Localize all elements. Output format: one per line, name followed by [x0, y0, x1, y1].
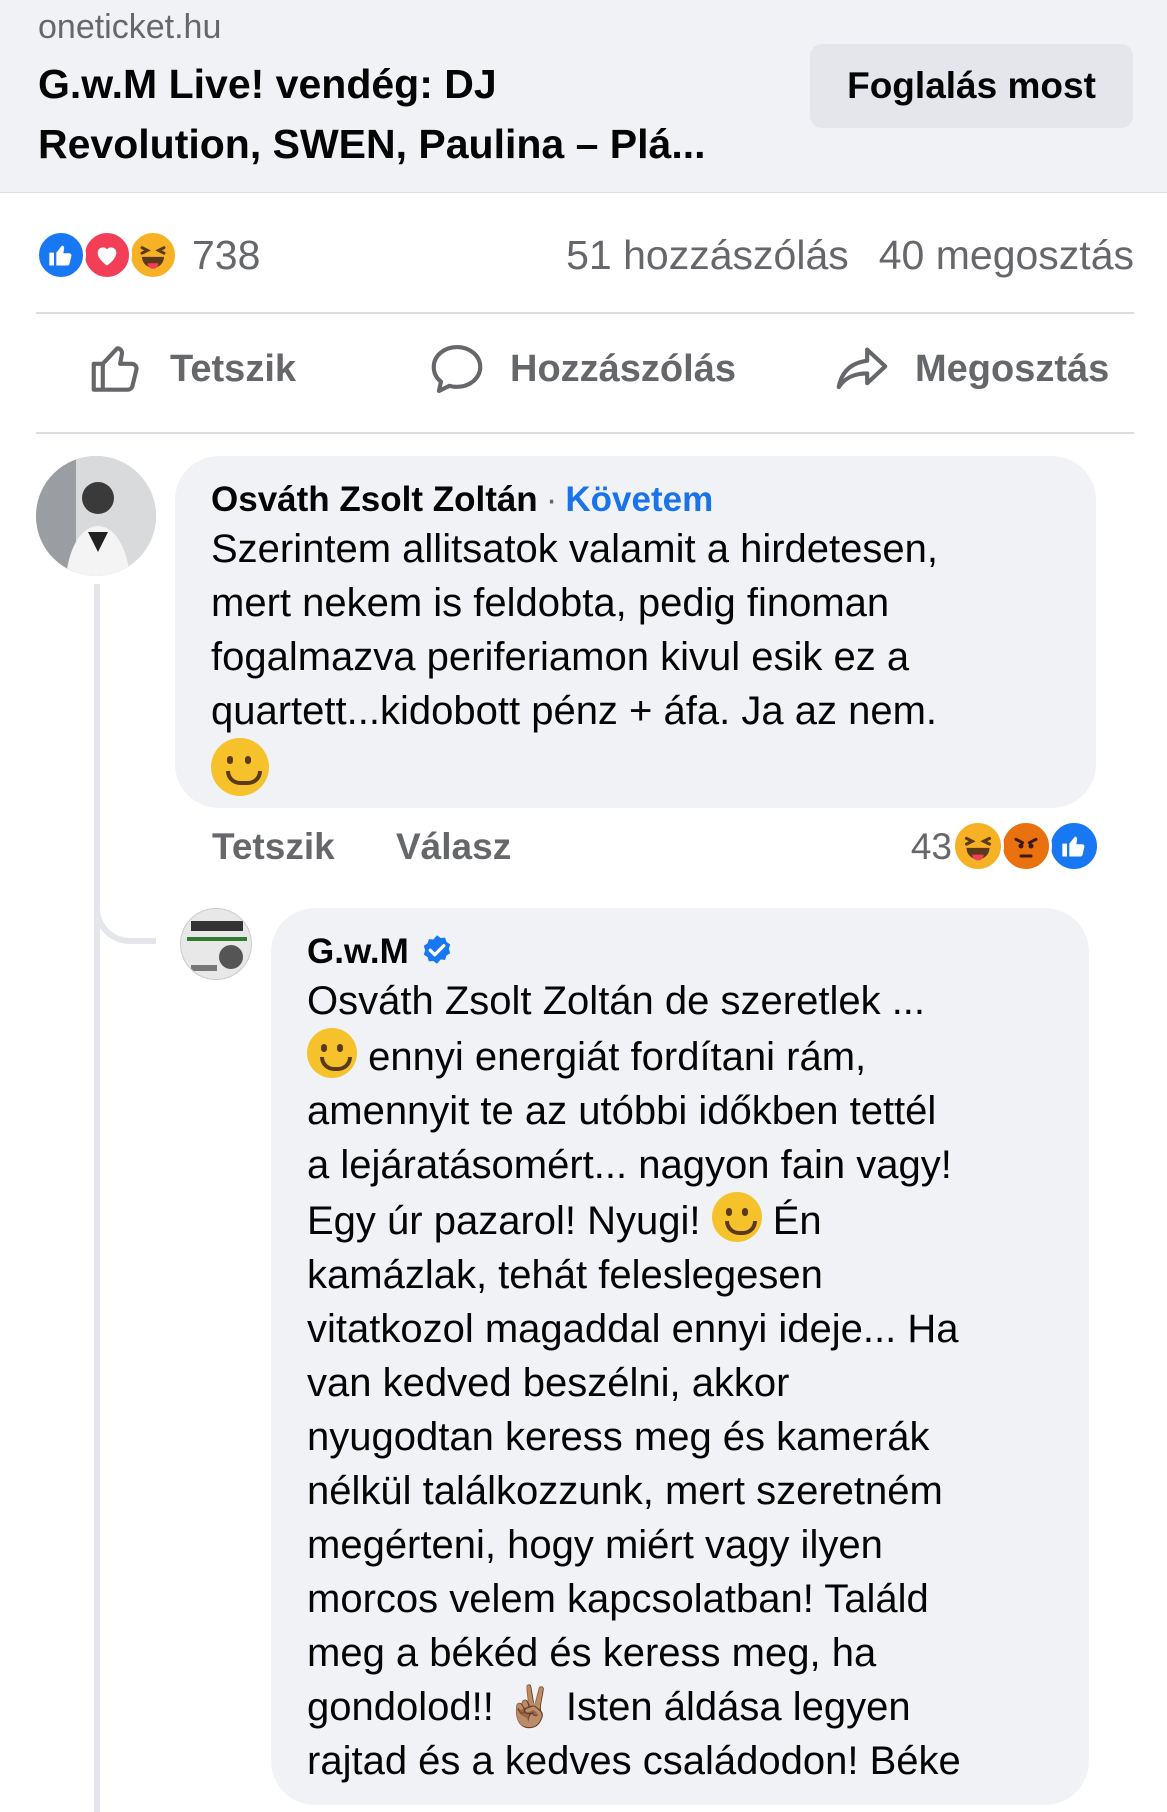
melting-face-emoji-icon	[211, 738, 269, 796]
thread-connector	[94, 880, 156, 944]
comment-header: Osváth Zsolt Zoltán · Követem	[211, 478, 1060, 522]
comment-reactions[interactable]	[952, 820, 1102, 876]
comment-count[interactable]: 51 hozzászólás	[566, 232, 849, 278]
avatar[interactable]	[36, 456, 156, 576]
comment-line	[211, 738, 1060, 800]
like-icon	[36, 230, 86, 280]
comment-bubble[interactable]: Osváth Zsolt Zoltán · Követem Szerintem al…	[175, 456, 1096, 808]
comment-line: Szerintem allitsatok valamit a hirdetese…	[211, 527, 938, 571]
comment-line: vitatkozol magaddal ennyi ideje... Ha	[307, 1307, 959, 1351]
comment-line: kamázlak, tehát feleslegesen	[307, 1253, 823, 1297]
comment-author[interactable]: Osváth Zsolt Zoltán	[211, 480, 538, 519]
speech-bubble-icon	[431, 344, 483, 394]
comment-line: van kedved beszélni, akkor	[307, 1361, 790, 1405]
link-preview-card[interactable]: oneticket.hu G.w.M Live! vendég: DJ Revo…	[0, 0, 1167, 193]
like-icon	[1048, 820, 1100, 872]
grinning-sweat-emoji-icon	[307, 1028, 357, 1078]
thread-line	[94, 584, 100, 1812]
comment-reaction-count[interactable]: 43	[911, 826, 952, 868]
comment-line: fogalmazva periferiamon kivul esik ez a	[211, 635, 910, 679]
comment-button[interactable]: Hozzászólás	[426, 332, 736, 406]
like-label: Tetszik	[170, 347, 297, 390]
verified-badge-icon	[423, 935, 450, 964]
link-title[interactable]: G.w.M Live! vendég: DJ Revolution, SWEN,…	[38, 54, 758, 174]
comment-line: a lejáratásomért... nagyon fain vagy!	[307, 1143, 952, 1187]
comment-text: Szerintem allitsatok valamit a hirdetese…	[211, 522, 1060, 800]
post-action-bar: Tetszik Hozzászólás Megosztás	[36, 312, 1134, 428]
haha-icon	[952, 820, 1004, 872]
comment-line: gondolod!! ✌🏽 Isten áldása legyen	[307, 1685, 911, 1729]
comment-line: amennyit te az utóbbi időkben tettél	[307, 1089, 937, 1133]
follow-link[interactable]: Követem	[565, 480, 713, 519]
avatar[interactable]	[180, 908, 252, 980]
comment-line: rajtad és a kedves családodon! Béke	[307, 1739, 961, 1783]
comment-author[interactable]: G.w.M	[307, 932, 409, 971]
comment-reply-button[interactable]: Válasz	[396, 826, 511, 868]
comment-line: nélkül találkozzunk, mert szeretném	[307, 1469, 943, 1513]
haha-icon	[128, 230, 178, 280]
comment-line: megérteni, hogy miért vagy ilyen	[307, 1523, 883, 1567]
angry-icon	[1000, 820, 1052, 872]
comment-line: morcos velem kapcsolatban! Találd	[307, 1577, 929, 1621]
comment-label: Hozzászólás	[510, 347, 736, 390]
comment-text: Osváth Zsolt Zoltán de szeretlek ... enn…	[307, 974, 1053, 1788]
comment-line: ennyi energiát fordítani rám,	[307, 1028, 1053, 1084]
link-title-line-1: G.w.M Live! vendég: DJ	[38, 61, 497, 107]
comment-line: mert nekem is feldobta, pedig finoman	[211, 581, 890, 625]
comment-line: Osváth Zsolt Zoltán de szeretlek ...	[307, 979, 926, 1023]
share-arrow-icon	[836, 347, 888, 390]
share-label: Megosztás	[915, 347, 1110, 390]
share-button[interactable]: Megosztás	[831, 332, 1109, 406]
divider	[36, 432, 1134, 434]
comment-actions: Tetszik Válasz 43	[212, 820, 1102, 880]
thumbs-up-icon	[91, 346, 139, 392]
comment-line: quartett...kidobott pénz + áfa. Ja az ne…	[211, 689, 937, 733]
post-reactions[interactable]	[36, 230, 186, 282]
love-icon	[82, 230, 132, 280]
link-domain: oneticket.hu	[38, 8, 222, 46]
comment-header: G.w.M	[307, 930, 1053, 974]
book-now-button[interactable]: Foglalás most	[810, 44, 1133, 128]
victory-hand-emoji-icon: ✌🏽	[504, 1685, 555, 1729]
reply-bubble[interactable]: G.w.M Osváth Zsolt Zoltán de szeretlek .…	[271, 908, 1089, 1805]
post-stats: 738 51 hozzászólás 40 megosztás	[36, 222, 1134, 288]
comment-like-button[interactable]: Tetszik	[212, 826, 335, 868]
comment-line: nyugodtan keress meg és kamerák	[307, 1415, 930, 1459]
melting-face-emoji-icon	[711, 1192, 762, 1242]
engagement-counts: 51 hozzászólás 40 megosztás	[566, 232, 1134, 279]
separator-dot: ·	[545, 480, 558, 519]
share-count[interactable]: 40 megosztás	[879, 232, 1134, 278]
reaction-count[interactable]: 738	[192, 232, 260, 279]
comment-line: Egy úr pazarol! Nyugi! Én	[307, 1192, 1053, 1248]
link-title-line-2: Revolution, SWEN, Paulina – Plá...	[38, 121, 706, 167]
comment-line: meg a békéd és keress meg, ha	[307, 1631, 877, 1675]
like-button[interactable]: Tetszik	[86, 332, 296, 406]
